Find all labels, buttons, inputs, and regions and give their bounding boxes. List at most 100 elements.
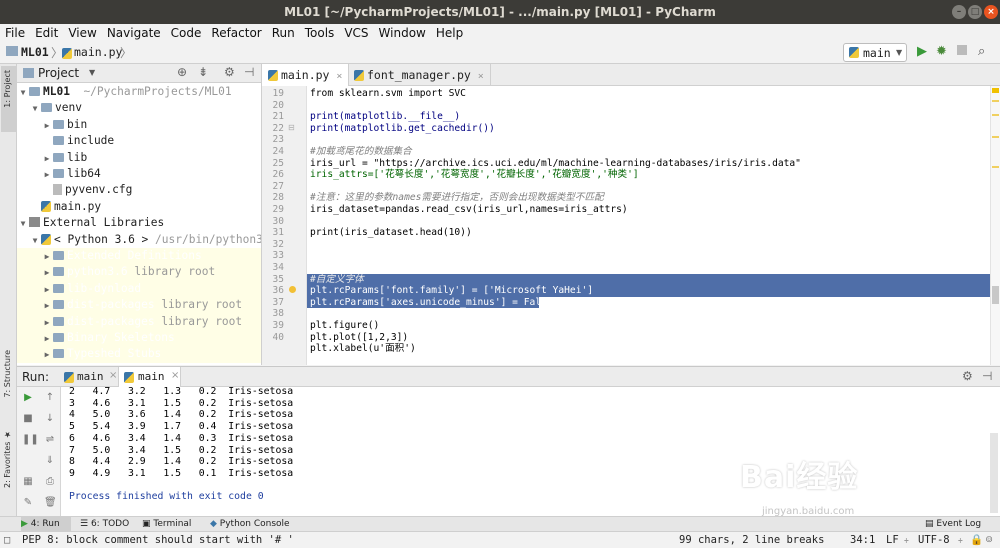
- pause-icon[interactable]: ❚❚: [22, 434, 39, 446]
- menu-help[interactable]: Help: [431, 24, 468, 42]
- project-panel-title[interactable]: Project: [38, 66, 79, 80]
- menu-tools[interactable]: Tools: [300, 24, 340, 42]
- menu-vcs[interactable]: VCS: [339, 24, 373, 42]
- tree-item-external-libraries[interactable]: ▼ External Libraries: [17, 215, 261, 231]
- soft-wrap-icon[interactable]: ⇌: [44, 434, 56, 446]
- tree-item-lib64[interactable]: ▶ lib64: [17, 166, 261, 182]
- minimize-icon[interactable]: –: [952, 5, 966, 19]
- tool-todo-button[interactable]: ☰ 6: TODO: [80, 517, 129, 532]
- menu-code[interactable]: Code: [166, 24, 207, 42]
- tree-item-include[interactable]: include: [17, 133, 261, 149]
- up-arrow-icon[interactable]: ↑: [44, 392, 56, 404]
- menu-file[interactable]: File: [0, 24, 30, 42]
- output-line: 6 4.6 3.4 1.4 0.3 Iris-setosa: [69, 432, 294, 444]
- search-icon[interactable]: ⌕: [978, 44, 985, 59]
- tree-item-lib[interactable]: ▶ lib: [17, 150, 261, 166]
- tree-item-python-sdk[interactable]: ▼ < Python 3.6 > /usr/bin/python3.: [17, 232, 261, 248]
- status-caret-position[interactable]: 34:1: [850, 532, 875, 548]
- hide-icon[interactable]: ⊣: [244, 65, 254, 79]
- tab-main-py[interactable]: main.py ×: [262, 64, 350, 86]
- tree-item-label: lib-dynload: [67, 281, 142, 295]
- maximize-icon[interactable]: □: [968, 5, 982, 19]
- locate-icon[interactable]: ⊕: [177, 65, 187, 79]
- debug-icon[interactable]: ✹: [936, 44, 947, 59]
- menu-navigate[interactable]: Navigate: [102, 24, 166, 42]
- stop-icon[interactable]: ■: [22, 413, 34, 425]
- tree-item-venv[interactable]: ▼ venv: [17, 100, 261, 116]
- status-line-separator[interactable]: LF: [886, 532, 899, 548]
- left-tool-strip: 1: Project 7: Structure 2: Favorites ★: [0, 64, 17, 516]
- warning-marker[interactable]: [992, 136, 999, 138]
- chevron-down-icon[interactable]: ÷: [958, 532, 963, 548]
- gear-icon[interactable]: ⚙: [962, 369, 973, 383]
- code-area[interactable]: from sklearn.svm import SVC print(matplo…: [307, 86, 990, 365]
- warning-marker[interactable]: [992, 166, 999, 168]
- menu-refactor[interactable]: Refactor: [206, 24, 266, 42]
- tree-item-extended-definitions[interactable]: ▶ Extended Definitions: [17, 248, 261, 265]
- gear-icon[interactable]: ⚙: [224, 65, 235, 79]
- menu-window[interactable]: Window: [374, 24, 431, 42]
- run-icon[interactable]: ▶: [917, 44, 927, 59]
- layout-icon[interactable]: ▦: [22, 476, 34, 488]
- run-config-select[interactable]: main ▼: [843, 43, 907, 62]
- lightbulb-icon[interactable]: [289, 286, 296, 293]
- favorites-tool-button[interactable]: 2: Favorites ★: [1, 426, 16, 506]
- down-arrow-icon[interactable]: ↓: [44, 413, 56, 425]
- print-icon[interactable]: ⎙: [44, 476, 56, 488]
- run-tab[interactable]: main ×: [59, 367, 119, 387]
- tree-item-binary-skeletons[interactable]: ▶ Binary Skeletons: [17, 330, 261, 347]
- tab-font-manager-py[interactable]: font_manager.py ×: [348, 64, 491, 86]
- tree-item-dist-packages[interactable]: ▶ dist-packages library root: [17, 313, 261, 330]
- collapse-arrow-icon: ▶: [44, 334, 50, 343]
- trash-icon[interactable]: 🗑: [44, 497, 57, 509]
- tree-item-python36[interactable]: ▶ python3.6 library root: [17, 264, 261, 281]
- tool-run-button[interactable]: ▶ 4: Run: [21, 517, 71, 531]
- code-line: plt.xlabel(u'面积'): [310, 343, 416, 355]
- close-icon[interactable]: ×: [984, 5, 998, 19]
- run-tab-active[interactable]: main ×: [119, 367, 181, 387]
- tree-item-main-py[interactable]: main.py: [17, 199, 261, 215]
- close-icon[interactable]: ×: [336, 71, 342, 82]
- close-icon[interactable]: ×: [171, 370, 179, 381]
- inspector-icon[interactable]: ☺: [986, 532, 992, 548]
- scroll-thumb[interactable]: [992, 286, 999, 304]
- lock-icon[interactable]: 🔒: [970, 532, 983, 548]
- python-file-icon: [268, 70, 278, 81]
- rerun-icon[interactable]: ▶: [22, 392, 34, 404]
- scroll-to-end-icon[interactable]: ⇓: [44, 455, 56, 467]
- project-tool-button[interactable]: 1: Project: [1, 66, 16, 132]
- tree-item-label: < Python 3.6 >: [54, 232, 149, 246]
- stop-icon[interactable]: [957, 45, 967, 55]
- menu-view[interactable]: View: [63, 24, 101, 42]
- tree-item-dist-packages[interactable]: ▶ dist-packages library root: [17, 297, 261, 314]
- tool-python-console-button[interactable]: ◆ Python Console: [210, 517, 290, 532]
- tree-root[interactable]: ▼ ML01 ~/PycharmProjects/ML01: [17, 84, 261, 100]
- status-encoding[interactable]: UTF-8: [918, 532, 950, 548]
- warning-marker[interactable]: [992, 114, 999, 116]
- tree-item-lib-dynload[interactable]: ▶ lib-dynload: [17, 280, 261, 298]
- tree-item-typeshed-stubs[interactable]: ▶ Typeshed Stubs: [17, 346, 261, 363]
- editor-scrollbar[interactable]: [990, 86, 1000, 365]
- hide-icon[interactable]: ⊣: [982, 369, 992, 383]
- structure-tool-button[interactable]: 7: Structure: [1, 346, 16, 416]
- warning-marker[interactable]: [992, 88, 999, 93]
- tree-item-bin[interactable]: ▶ bin: [17, 117, 261, 133]
- breadcrumb-file[interactable]: main.py: [74, 45, 122, 59]
- tool-terminal-button[interactable]: ▣ Terminal: [142, 517, 191, 532]
- chevron-down-icon[interactable]: ▼: [89, 68, 95, 77]
- menu-edit[interactable]: Edit: [30, 24, 63, 42]
- tree-item-pyvenv-cfg[interactable]: pyvenv.cfg: [17, 182, 261, 198]
- collapse-icon[interactable]: ⇟: [198, 65, 208, 79]
- close-icon[interactable]: ×: [109, 370, 117, 381]
- chevron-down-icon[interactable]: ÷: [904, 532, 909, 548]
- collapse-arrow-icon: ▶: [44, 284, 50, 294]
- close-icon[interactable]: ×: [478, 71, 484, 82]
- breadcrumb-project[interactable]: ML01: [21, 45, 49, 59]
- pin-icon[interactable]: ✎: [22, 497, 34, 509]
- output-scrollbar[interactable]: [990, 433, 998, 513]
- tool-event-log-button[interactable]: ▤ Event Log: [925, 517, 981, 532]
- warning-marker[interactable]: [992, 100, 999, 102]
- code-line: iris_dataset=pandas.read_csv(iris_url,na…: [310, 204, 628, 215]
- fold-icon[interactable]: ⊟: [288, 123, 295, 132]
- menu-run[interactable]: Run: [267, 24, 300, 42]
